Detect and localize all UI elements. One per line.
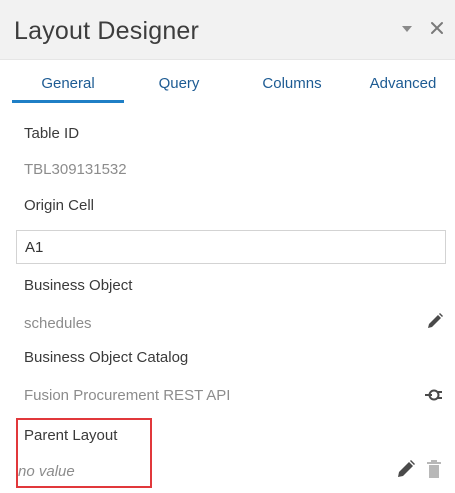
chevron-down-icon (402, 26, 412, 32)
origin-cell-label: Origin Cell (24, 197, 95, 214)
close-button[interactable] (428, 18, 446, 38)
tab-advanced[interactable]: Advanced (360, 74, 446, 94)
origin-cell-value: A1 (25, 239, 44, 256)
catalog-connection-button[interactable] (423, 386, 443, 409)
panel-header: Layout Designer (0, 0, 455, 60)
edit-business-object-button[interactable] (426, 312, 444, 335)
table-id-label: Table ID (24, 125, 80, 142)
trash-icon (427, 460, 441, 478)
tab-columns[interactable]: Columns (252, 74, 332, 94)
origin-cell-input[interactable]: A1 (16, 230, 446, 264)
tab-query[interactable]: Query (153, 74, 205, 94)
business-object-catalog-label: Business Object Catalog (24, 349, 189, 366)
parent-layout-label: Parent Layout (24, 427, 118, 444)
layout-designer-panel: Layout Designer General Query Columns Ad… (0, 0, 455, 493)
tab-bar: General Query Columns Advanced (0, 60, 455, 106)
delete-parent-layout-button[interactable] (426, 459, 442, 484)
table-id-value: TBL309131532 (24, 161, 127, 178)
pencil-icon (428, 313, 443, 328)
close-icon (431, 22, 443, 34)
pencil-icon (398, 460, 415, 477)
business-object-catalog-value: Fusion Procurement REST API (24, 387, 231, 404)
panel-title: Layout Designer (14, 17, 200, 45)
business-object-label: Business Object (24, 277, 133, 294)
business-object-value: schedules (24, 315, 92, 332)
active-tab-indicator (12, 100, 124, 103)
panel-menu-button[interactable] (398, 22, 416, 36)
tab-general[interactable]: General (14, 74, 122, 94)
connection-icon (425, 389, 442, 401)
parent-layout-value: no value (18, 463, 75, 480)
edit-parent-layout-button[interactable] (396, 459, 416, 484)
